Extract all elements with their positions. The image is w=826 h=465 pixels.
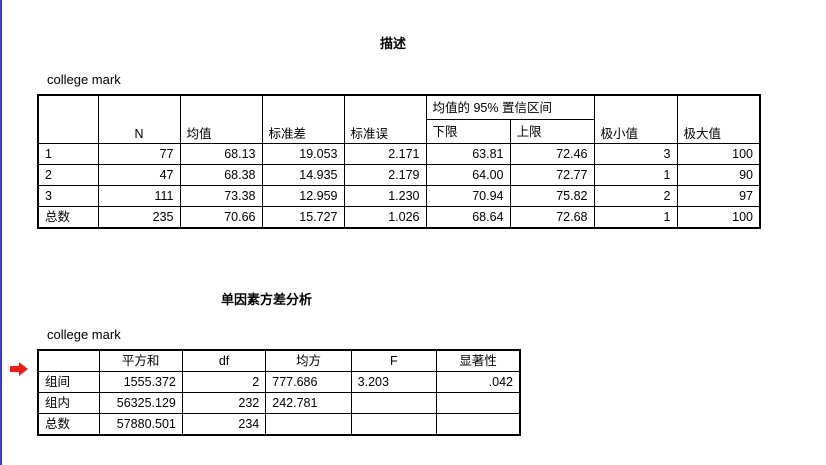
descriptives-table: N 均值 标准差 标准误 均值的 95% 置信区间 极小值 极大值 下限 上限 … xyxy=(37,94,761,229)
cell-sig xyxy=(436,392,521,414)
table-row: 3 111 73.38 12.959 1.230 70.94 75.82 2 9… xyxy=(37,185,761,207)
header-sd: 标准差 xyxy=(261,94,345,144)
cell-upper: 72.46 xyxy=(509,143,595,165)
cell-se: 2.171 xyxy=(343,143,427,165)
table-row: 组间 1555.372 2 777.686 3.203 .042 xyxy=(37,371,521,393)
header-ci: 均值的 95% 置信区间 xyxy=(425,94,595,120)
window-left-border xyxy=(0,0,2,465)
cell-sig: .042 xyxy=(436,371,521,393)
cell-mean: 68.13 xyxy=(179,143,263,165)
cell-df: 234 xyxy=(181,413,267,436)
cell-se: 1.026 xyxy=(343,206,427,229)
cell-n: 235 xyxy=(97,206,181,229)
header-f: F xyxy=(350,349,438,372)
cell-mean: 68.38 xyxy=(179,164,263,186)
header-mean: 均值 xyxy=(179,94,263,144)
row-label: 1 xyxy=(37,143,99,165)
cell-min: 1 xyxy=(593,206,678,229)
cell-mean: 73.38 xyxy=(179,185,263,207)
table-row: 组内 56325.129 232 242.781 xyxy=(37,392,521,414)
cell-lower: 63.81 xyxy=(425,143,511,165)
header-max: 极大值 xyxy=(676,94,761,144)
cell-n: 47 xyxy=(97,164,181,186)
row-label: 3 xyxy=(37,185,99,207)
header-min: 极小值 xyxy=(593,94,678,144)
cell-max: 100 xyxy=(676,206,761,229)
cell-n: 77 xyxy=(97,143,181,165)
anova-title: 单因素方差分析 xyxy=(221,293,313,308)
header-df: df xyxy=(181,349,267,372)
cell-max: 90 xyxy=(676,164,761,186)
cell-sd: 14.935 xyxy=(261,164,345,186)
cell-ms: 242.781 xyxy=(265,392,352,414)
header-upper: 上限 xyxy=(509,119,595,144)
cell-lower: 68.64 xyxy=(425,206,511,229)
table-row-total: 总数 235 70.66 15.727 1.026 68.64 72.68 1 … xyxy=(37,206,761,229)
cell-f xyxy=(350,413,438,436)
cell-ms: 777.686 xyxy=(265,371,352,393)
row-label: 总数 xyxy=(37,413,100,436)
row-label: 组内 xyxy=(37,392,100,414)
header-n: N xyxy=(97,94,181,144)
anova-caption: college mark xyxy=(47,327,121,342)
cell-df: 2 xyxy=(181,371,267,393)
table-row: 1 77 68.13 19.053 2.171 63.81 72.46 3 10… xyxy=(37,143,761,165)
cell-df: 232 xyxy=(181,392,267,414)
cell-max: 97 xyxy=(676,185,761,207)
row-label: 2 xyxy=(37,164,99,186)
table-row: 2 47 68.38 14.935 2.179 64.00 72.77 1 90 xyxy=(37,164,761,186)
cell-min: 3 xyxy=(593,143,678,165)
cell-lower: 64.00 xyxy=(425,164,511,186)
header-row: N 均值 标准差 标准误 均值的 95% 置信区间 极小值 极大值 xyxy=(37,94,761,144)
header-row: 平方和 df 均方 F 显著性 xyxy=(37,349,521,372)
cell-sig xyxy=(436,413,521,436)
descriptives-caption: college mark xyxy=(47,72,121,87)
cell-sd: 12.959 xyxy=(261,185,345,207)
cell-f xyxy=(350,392,438,414)
cell-se: 2.179 xyxy=(343,164,427,186)
header-sig: 显著性 xyxy=(436,349,521,372)
cell-upper: 72.77 xyxy=(509,164,595,186)
row-label: 组间 xyxy=(37,371,100,393)
anova-table: 平方和 df 均方 F 显著性 组间 1555.372 2 777.686 3.… xyxy=(37,349,521,436)
header-ss: 平方和 xyxy=(98,349,183,372)
cell-sd: 15.727 xyxy=(261,206,345,229)
table-row-total: 总数 57880.501 234 xyxy=(37,413,521,436)
cell-upper: 75.82 xyxy=(509,185,595,207)
header-se: 标准误 xyxy=(343,94,427,144)
cell-lower: 70.94 xyxy=(425,185,511,207)
cell-ss: 1555.372 xyxy=(98,371,183,393)
cell-min: 1 xyxy=(593,164,678,186)
arrow-right-icon xyxy=(10,362,28,376)
header-corner xyxy=(37,349,100,372)
header-corner xyxy=(37,94,99,144)
cell-min: 2 xyxy=(593,185,678,207)
cell-ss: 56325.129 xyxy=(98,392,183,414)
cell-ms xyxy=(265,413,352,436)
cell-ss: 57880.501 xyxy=(98,413,183,436)
cell-max: 100 xyxy=(676,143,761,165)
row-label: 总数 xyxy=(37,206,99,229)
header-ms: 均方 xyxy=(265,349,352,372)
cell-sd: 19.053 xyxy=(261,143,345,165)
descriptives-title: 描述 xyxy=(380,37,407,52)
cell-f: 3.203 xyxy=(350,371,438,393)
cell-se: 1.230 xyxy=(343,185,427,207)
header-lower: 下限 xyxy=(425,119,511,144)
cell-mean: 70.66 xyxy=(179,206,263,229)
cell-upper: 72.68 xyxy=(509,206,595,229)
cell-n: 111 xyxy=(97,185,181,207)
